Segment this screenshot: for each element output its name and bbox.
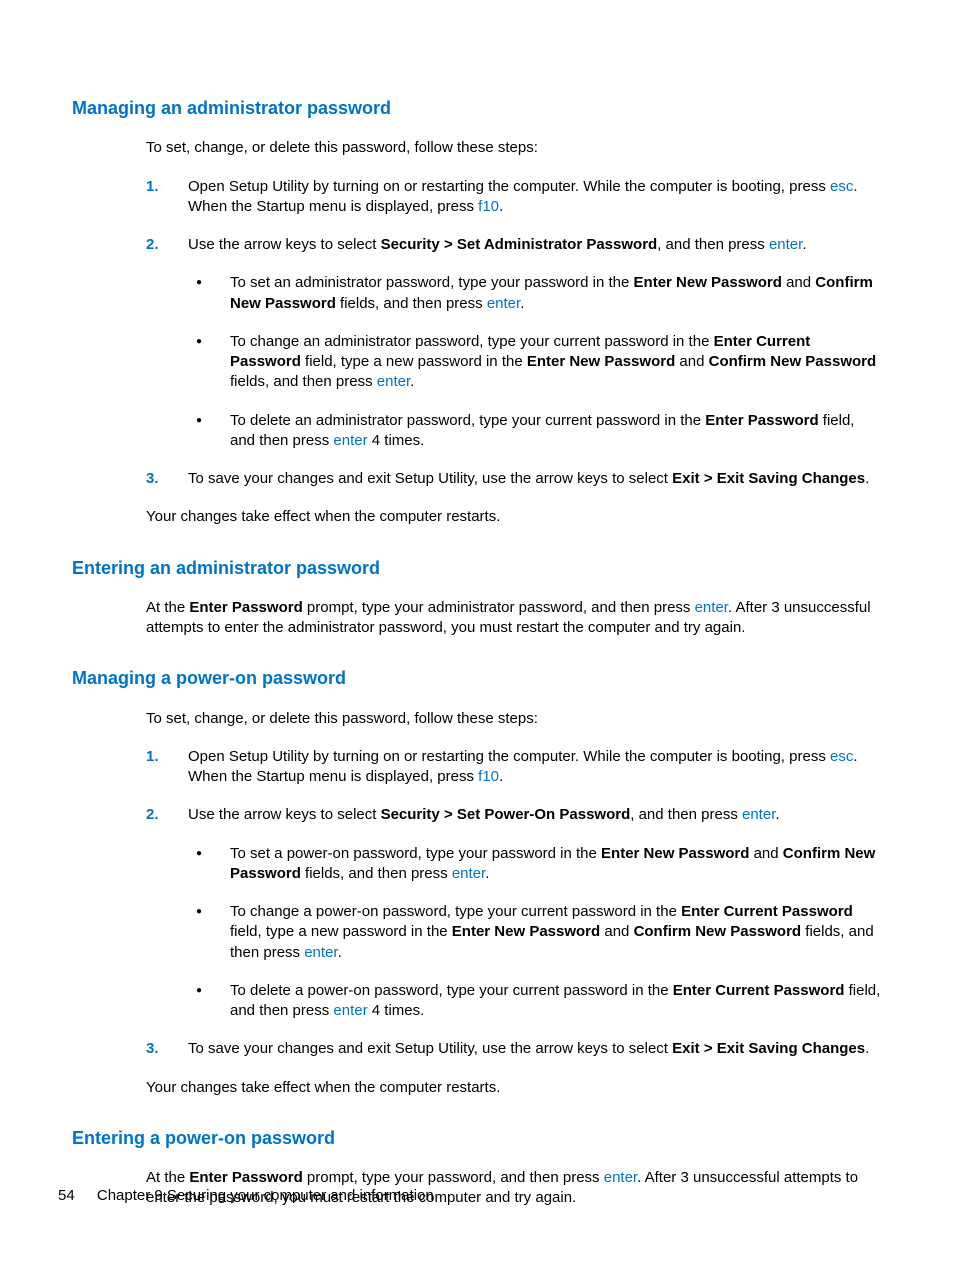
page-footer: 54 Chapter 9 Securing your computer and … bbox=[58, 1186, 434, 1206]
step-text: Open Setup Utility by turning on or rest… bbox=[188, 178, 858, 215]
field-label: Enter New Password bbox=[452, 923, 600, 940]
step-text: Use the arrow keys to select Security > … bbox=[188, 806, 780, 823]
bullet-change: To change a power-on password, type your… bbox=[188, 902, 882, 963]
field-label: Confirm New Password bbox=[634, 923, 802, 940]
step-text: Open Setup Utility by turning on or rest… bbox=[188, 748, 858, 785]
body-block: To set, change, or delete this password,… bbox=[146, 138, 882, 527]
field-label: Enter New Password bbox=[601, 845, 749, 862]
step-number: 2. bbox=[146, 805, 159, 825]
field-label: Enter Password bbox=[705, 412, 818, 429]
key-esc: esc bbox=[830, 178, 853, 195]
step-3: 3. To save your changes and exit Setup U… bbox=[146, 469, 882, 489]
body-text: At the Enter Password prompt, type your … bbox=[146, 598, 882, 639]
key-enter: enter bbox=[487, 295, 520, 312]
step-3: 3. To save your changes and exit Setup U… bbox=[146, 1039, 882, 1059]
steps-list: 1. Open Setup Utility by turning on or r… bbox=[146, 177, 882, 490]
bullet-change: To change an administrator password, typ… bbox=[188, 332, 882, 393]
prompt-label: Enter Password bbox=[189, 599, 302, 616]
field-label: Confirm New Password bbox=[709, 353, 877, 370]
step-text: To save your changes and exit Setup Util… bbox=[188, 1040, 869, 1057]
field-label: Enter Current Password bbox=[673, 982, 845, 999]
section-managing-poweron-password: Managing a power-on password To set, cha… bbox=[72, 666, 882, 1098]
field-label: Enter Current Password bbox=[681, 903, 853, 920]
step-1: 1. Open Setup Utility by turning on or r… bbox=[146, 177, 882, 218]
step-number: 3. bbox=[146, 469, 159, 489]
step-number: 3. bbox=[146, 1039, 159, 1059]
section-managing-admin-password: Managing an administrator password To se… bbox=[72, 96, 882, 528]
intro-text: To set, change, or delete this password,… bbox=[146, 138, 882, 158]
menu-path: Security > Set Administrator Password bbox=[381, 236, 658, 253]
intro-text: To set, change, or delete this password,… bbox=[146, 709, 882, 729]
step-number: 2. bbox=[146, 235, 159, 255]
outro-text: Your changes take effect when the comput… bbox=[146, 1078, 882, 1098]
key-enter: enter bbox=[604, 1169, 637, 1186]
key-enter: enter bbox=[333, 432, 367, 449]
key-enter: enter bbox=[695, 599, 728, 616]
heading-managing-admin: Managing an administrator password bbox=[72, 96, 882, 120]
page-number: 54 bbox=[58, 1187, 75, 1204]
key-esc: esc bbox=[830, 748, 853, 765]
menu-path: Exit > Exit Saving Changes bbox=[672, 470, 865, 487]
field-label: Enter New Password bbox=[634, 274, 782, 291]
bullet-set: To set an administrator password, type y… bbox=[188, 273, 882, 314]
key-enter: enter bbox=[304, 944, 337, 961]
steps-list: 1. Open Setup Utility by turning on or r… bbox=[146, 747, 882, 1060]
menu-path: Exit > Exit Saving Changes bbox=[672, 1040, 865, 1057]
body-block: At the Enter Password prompt, type your … bbox=[146, 598, 882, 639]
body-block: To set, change, or delete this password,… bbox=[146, 709, 882, 1098]
step-number: 1. bbox=[146, 747, 159, 767]
step-1: 1. Open Setup Utility by turning on or r… bbox=[146, 747, 882, 788]
heading-entering-poweron: Entering a power-on password bbox=[72, 1126, 882, 1150]
outro-text: Your changes take effect when the comput… bbox=[146, 507, 882, 527]
key-enter: enter bbox=[377, 373, 410, 390]
heading-entering-admin: Entering an administrator password bbox=[72, 556, 882, 580]
step-2: 2. Use the arrow keys to select Security… bbox=[146, 805, 882, 1021]
step-number: 1. bbox=[146, 177, 159, 197]
key-enter: enter bbox=[742, 806, 775, 823]
chapter-title: Chapter 9 Securing your computer and inf… bbox=[97, 1187, 434, 1204]
prompt-label: Enter Password bbox=[189, 1169, 302, 1186]
section-entering-admin-password: Entering an administrator password At th… bbox=[72, 556, 882, 639]
key-enter: enter bbox=[452, 865, 485, 882]
bullet-set: To set a power-on password, type your pa… bbox=[188, 844, 882, 885]
key-enter: enter bbox=[333, 1002, 367, 1019]
key-f10: f10 bbox=[478, 768, 499, 785]
step-text: Use the arrow keys to select Security > … bbox=[188, 236, 807, 253]
key-enter: enter bbox=[769, 236, 802, 253]
heading-managing-poweron: Managing a power-on password bbox=[72, 666, 882, 690]
bullet-delete: To delete a power-on password, type your… bbox=[188, 981, 882, 1022]
step-2: 2. Use the arrow keys to select Security… bbox=[146, 235, 882, 451]
document-page: Managing an administrator password To se… bbox=[0, 0, 954, 1270]
field-label: Enter New Password bbox=[527, 353, 675, 370]
step-text: To save your changes and exit Setup Util… bbox=[188, 470, 869, 487]
key-f10: f10 bbox=[478, 198, 499, 215]
menu-path: Security > Set Power-On Password bbox=[381, 806, 631, 823]
sub-bullets: To set an administrator password, type y… bbox=[188, 273, 882, 451]
bullet-delete: To delete an administrator password, typ… bbox=[188, 411, 882, 452]
sub-bullets: To set a power-on password, type your pa… bbox=[188, 844, 882, 1022]
